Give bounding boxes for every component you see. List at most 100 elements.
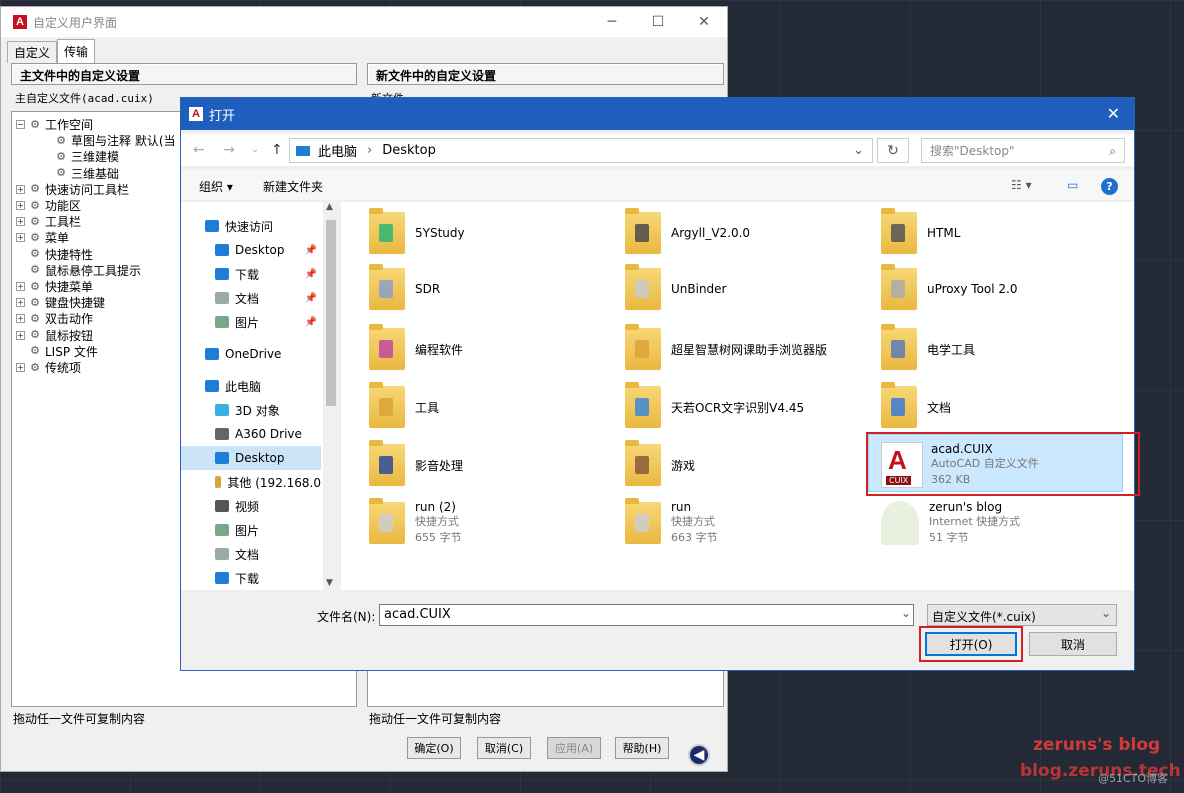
tab-customize[interactable]: 自定义 — [7, 41, 58, 63]
tree-item[interactable]: ⚙ 快捷特性 — [16, 246, 93, 263]
file-type-dropdown-icon[interactable]: ⌄ — [1101, 606, 1111, 620]
search-input[interactable]: 搜索"Desktop" ⌕ — [921, 138, 1125, 163]
address-dropdown-icon[interactable]: ⌄ — [853, 143, 864, 158]
view-options-icon[interactable]: ☷ ▾ — [1011, 178, 1032, 192]
up-arrow-icon[interactable]: ↑ — [271, 142, 283, 158]
file-type-select[interactable]: 自定义文件(*.cuix) — [927, 604, 1117, 626]
nav-item[interactable]: 视频 — [181, 494, 321, 518]
file-item[interactable]: SDR — [369, 262, 619, 316]
tree-item[interactable]: − ⚙ 工作空间 — [16, 116, 93, 133]
back-arrow-icon[interactable]: ← — [193, 142, 205, 158]
expand-toggle-icon[interactable]: + — [16, 298, 25, 308]
help-button[interactable]: 帮助(H) — [615, 737, 669, 759]
address-bar[interactable]: 此电脑 › Desktop ⌄ — [289, 138, 873, 163]
minimize-icon[interactable]: ─ — [589, 7, 635, 37]
nav-item[interactable]: Desktop — [181, 446, 321, 470]
expand-toggle-icon[interactable]: + — [16, 330, 25, 340]
nav-item[interactable]: 文档 — [181, 542, 321, 566]
pin-icon[interactable]: 📌 — [305, 269, 317, 280]
scroll-down-icon[interactable]: ▼ — [326, 578, 333, 588]
pin-icon[interactable]: 📌 — [305, 317, 317, 328]
nav-scrollbar[interactable]: ▲ ▼ — [323, 202, 339, 590]
tree-item[interactable]: + ⚙ 键盘快捷键 — [16, 294, 105, 311]
expand-toggle-icon[interactable]: + — [16, 282, 25, 291]
file-item[interactable]: run 快捷方式 663 字节 — [625, 496, 875, 550]
pin-icon[interactable]: 📌 — [305, 245, 317, 256]
expand-toggle-icon[interactable]: + — [16, 233, 25, 243]
file-item[interactable]: 游戏 — [625, 438, 875, 492]
tree-item[interactable]: + ⚙ 鼠标按钮 — [16, 327, 93, 344]
nav-item[interactable]: 3D 对象 — [181, 398, 321, 422]
forward-arrow-icon[interactable]: → — [223, 142, 235, 158]
file-item[interactable]: 文档 — [881, 380, 1131, 434]
breadcrumb-desktop[interactable]: Desktop — [382, 143, 436, 158]
expand-toggle-icon[interactable]: + — [16, 184, 25, 194]
refresh-icon[interactable]: ↻ — [877, 138, 909, 163]
tree-item[interactable]: + ⚙ 菜单 — [16, 229, 69, 246]
tree-item-label: 三维建模 — [71, 150, 120, 165]
tree-item[interactable]: + ⚙ 工具栏 — [16, 213, 81, 230]
tree-item[interactable]: + ⚙ 快捷菜单 — [16, 278, 93, 295]
nav-item[interactable]: 下载 — [181, 566, 321, 590]
filename-dropdown-icon[interactable]: ⌄ — [901, 606, 911, 620]
file-item[interactable]: uProxy Tool 2.0 — [881, 262, 1131, 316]
nav-item[interactable]: A360 Drive — [181, 422, 321, 446]
scroll-up-icon[interactable]: ▲ — [326, 202, 333, 212]
nav-item[interactable]: 文档 📌 — [181, 286, 321, 310]
nav-item[interactable]: 图片 — [181, 518, 321, 542]
tree-item-label: 双击动作 — [45, 312, 94, 327]
tree-item[interactable]: + ⚙ 快速访问工具栏 — [16, 181, 129, 198]
file-item[interactable]: 编程软件 — [369, 322, 619, 376]
help-icon[interactable]: ? — [1101, 178, 1118, 195]
nav-item[interactable]: OneDrive — [181, 342, 321, 366]
file-item[interactable]: Argyll_V2.0.0 — [625, 206, 875, 260]
file-item[interactable]: 影音处理 — [369, 438, 619, 492]
nav-item[interactable]: 快速访问 — [181, 214, 321, 238]
nav-item[interactable]: Desktop 📌 — [181, 238, 321, 262]
preview-pane-icon[interactable]: ▭ — [1067, 178, 1078, 192]
maximize-icon[interactable]: ☐ — [635, 7, 681, 37]
close-icon[interactable]: ✕ — [681, 7, 727, 37]
expand-toggle-icon[interactable]: − — [16, 120, 25, 129]
breadcrumb-pc[interactable]: 此电脑 — [318, 141, 357, 160]
file-item[interactable]: 电学工具 — [881, 322, 1131, 376]
file-item[interactable]: 超星智慧树网课助手浏览器版 — [625, 322, 875, 376]
tab-transfer[interactable]: 传输 — [57, 39, 96, 63]
expand-toggle-icon[interactable]: + — [16, 201, 25, 210]
tree-item[interactable]: ⚙ 三维建模 — [54, 148, 119, 165]
tree-item[interactable]: ⚙ 三维基础 — [54, 165, 119, 182]
tree-item[interactable]: ⚙ 鼠标悬停工具提示 — [16, 262, 141, 279]
close-icon[interactable]: ✕ — [1107, 104, 1120, 123]
file-item[interactable]: run (2) 快捷方式 655 字节 — [369, 496, 619, 550]
file-item[interactable]: UnBinder — [625, 262, 875, 316]
nav-item[interactable]: 此电脑 — [181, 374, 321, 398]
ok-button[interactable]: 确定(O) — [407, 737, 461, 759]
file-item[interactable]: HTML — [881, 206, 1131, 260]
organize-button[interactable]: 组织 ▾ — [199, 178, 233, 195]
cancel-button[interactable]: 取消 — [1029, 632, 1117, 656]
collapse-arrow-icon[interactable]: ◀ — [688, 744, 710, 766]
filename-input[interactable]: acad.CUIX — [379, 604, 914, 626]
file-item[interactable]: 天若OCR文字识别V4.45 — [625, 380, 875, 434]
tree-item[interactable]: ⚙ LISP 文件 — [16, 343, 98, 360]
tree-item[interactable]: ⚙ 草图与注释 默认(当 — [54, 132, 175, 149]
tree-item[interactable]: + ⚙ 功能区 — [16, 197, 81, 214]
cancel-button[interactable]: 取消(C) — [477, 737, 531, 759]
expand-toggle-icon[interactable]: + — [16, 314, 25, 324]
scrollbar-thumb[interactable] — [326, 220, 336, 406]
file-item[interactable]: 5YStudy — [369, 206, 619, 260]
tree-item[interactable]: + ⚙ 传统项 — [16, 359, 81, 376]
nav-item[interactable]: 其他 (192.168.0 — [181, 470, 321, 494]
tree-item[interactable]: + ⚙ 双击动作 — [16, 310, 93, 327]
expand-toggle-icon[interactable]: + — [16, 363, 25, 372]
file-item[interactable]: 工具 — [369, 380, 619, 434]
nav-item[interactable]: 图片 📌 — [181, 310, 321, 334]
nav-item[interactable]: 下载 📌 — [181, 262, 321, 286]
file-item[interactable]: zerun's blog Internet 快捷方式 51 字节 — [881, 496, 1131, 550]
expand-toggle-icon[interactable]: + — [16, 217, 25, 227]
pin-icon[interactable]: 📌 — [305, 293, 317, 304]
apply-button[interactable]: 应用(A) — [547, 737, 601, 759]
recent-chevron-icon[interactable]: ⌄ — [251, 144, 259, 155]
new-folder-button[interactable]: 新建文件夹 — [263, 178, 323, 195]
nav-item-label: 下载 — [235, 267, 260, 282]
